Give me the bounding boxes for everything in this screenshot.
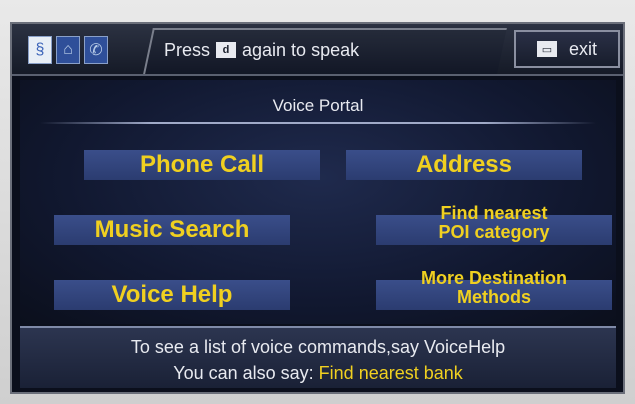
voice-help-label: Voice Help	[111, 281, 233, 309]
exit-label: exit	[568, 38, 597, 59]
top-bar: § ⌂ ✆ Press d again to speak ▭ exit	[12, 24, 623, 76]
find-poi-label-line1: Find nearest	[440, 203, 548, 224]
exit-button[interactable]: ▭ exit	[514, 30, 620, 68]
find-poi-label-line2: POI category	[438, 222, 550, 242]
help-line-2-prefix: You can also say:	[173, 363, 314, 383]
title-divider	[40, 122, 596, 124]
prompt-after: again to speak	[242, 39, 360, 60]
more-destination-label-line2: Methods	[457, 287, 531, 307]
address-label: Address	[415, 151, 513, 179]
help-line-2: You can also say: Find nearest bank	[20, 363, 616, 384]
music-search-option[interactable]: Music Search	[54, 215, 290, 245]
help-line-1: To see a list of voice commands,say Voic…	[130, 337, 506, 357]
voice-help-option[interactable]: Voice Help	[54, 280, 290, 310]
speak-prompt: Press d again to speak	[164, 38, 359, 62]
page-title: Voice Portal	[272, 96, 364, 115]
nav-screen: § ⌂ ✆ Press d again to speak ▭ exit Voic…	[10, 22, 625, 394]
more-destination-option[interactable]: More Destination Methods	[376, 269, 612, 310]
map-icon[interactable]: ⌂	[56, 36, 80, 64]
voice-portal-panel: Voice Portal Phone Call Address Music Se…	[20, 80, 616, 324]
example-command: Find nearest bank	[318, 363, 463, 383]
music-search-label: Music Search	[94, 216, 250, 244]
phone-call-option[interactable]: Phone Call	[84, 150, 320, 180]
talk-button-icon: d	[216, 42, 237, 58]
phone-icon[interactable]: ✆	[84, 36, 108, 64]
more-destination-label-line1: More Destination	[420, 268, 567, 289]
address-option[interactable]: Address	[346, 150, 582, 180]
find-poi-option[interactable]: Find nearest POI category	[376, 204, 612, 245]
phone-call-label: Phone Call	[139, 151, 265, 179]
prompt-before: Press	[164, 39, 211, 60]
voice-icon[interactable]: §	[28, 36, 52, 64]
exit-icon: ▭	[536, 41, 557, 57]
help-info-bar: To see a list of voice commands,say Voic…	[20, 326, 616, 388]
